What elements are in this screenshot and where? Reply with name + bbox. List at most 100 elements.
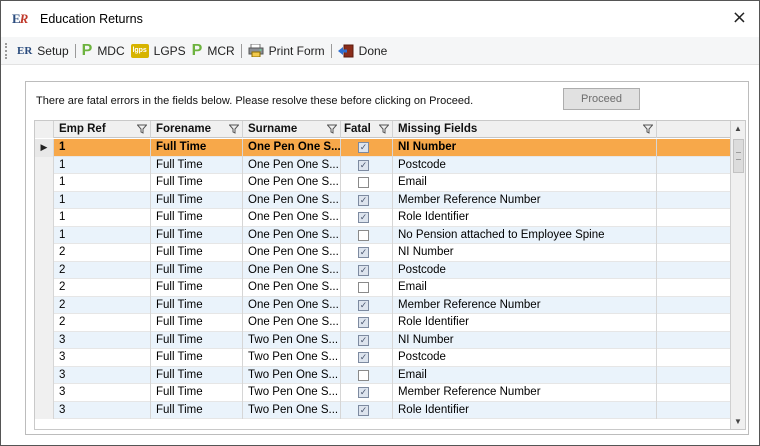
done-button[interactable]: Done — [337, 44, 387, 58]
table-row[interactable]: 2 Full Time One Pen One S... Email — [35, 279, 730, 297]
cell-forename[interactable]: Full Time — [151, 261, 243, 279]
funnel-icon[interactable] — [137, 124, 147, 134]
row-selector[interactable] — [35, 331, 54, 349]
cell-missing-field[interactable]: Role Identifier — [393, 401, 657, 419]
cell-forename[interactable]: Full Time — [151, 139, 243, 157]
table-row[interactable]: 3 Full Time Two Pen One S... ✓ Member Refere… — [35, 384, 730, 402]
row-selector[interactable] — [35, 191, 54, 209]
cell-surname[interactable]: One Pen One S... — [243, 279, 341, 297]
cell-missing-field[interactable]: Member Reference Number — [393, 384, 657, 402]
cell-forename[interactable]: Full Time — [151, 244, 243, 262]
row-selector[interactable]: ▶ — [35, 139, 54, 157]
cell-surname[interactable]: One Pen One S... — [243, 191, 341, 209]
cell-missing-field[interactable]: Email — [393, 366, 657, 384]
table-row[interactable]: ▶ 1 Full Time One Pen One S... ✓ NI Number — [35, 139, 730, 157]
cell-missing-field[interactable]: No Pension attached to Employee Spine — [393, 226, 657, 244]
cell-emp-ref[interactable]: 2 — [54, 244, 151, 262]
row-selector[interactable] — [35, 366, 54, 384]
close-icon[interactable]: × — [732, 9, 747, 27]
fatal-checkbox[interactable]: ✓ — [358, 142, 369, 153]
cell-emp-ref[interactable]: 2 — [54, 261, 151, 279]
cell-forename[interactable]: Full Time — [151, 209, 243, 227]
setup-button[interactable]: ER Setup — [17, 44, 69, 58]
table-row[interactable]: 1 Full Time One Pen One S... ✓ Role Identifi… — [35, 209, 730, 227]
cell-forename[interactable]: Full Time — [151, 349, 243, 367]
row-selector[interactable] — [35, 174, 54, 192]
row-selector[interactable] — [35, 401, 54, 419]
cell-surname[interactable]: Two Pen One S... — [243, 401, 341, 419]
column-header-forename[interactable]: Forename — [151, 121, 243, 138]
scrollbar-thumb[interactable] — [733, 139, 744, 173]
fatal-checkbox[interactable]: ✓ — [358, 212, 369, 223]
table-row[interactable]: 3 Full Time Two Pen One S... ✓ Postcode — [35, 349, 730, 367]
cell-emp-ref[interactable]: 1 — [54, 139, 151, 157]
fatal-checkbox[interactable]: ✓ — [358, 334, 369, 346]
cell-forename[interactable]: Full Time — [151, 296, 243, 314]
cell-surname[interactable]: Two Pen One S... — [243, 384, 341, 402]
table-row[interactable]: 2 Full Time One Pen One S... ✓ Postcode — [35, 261, 730, 279]
mcr-button[interactable]: P MCR — [192, 42, 235, 60]
cell-forename[interactable]: Full Time — [151, 226, 243, 244]
column-header-fatal[interactable]: Fatal — [341, 121, 393, 138]
fatal-checkbox[interactable] — [358, 177, 369, 188]
row-selector[interactable] — [35, 279, 54, 297]
cell-emp-ref[interactable]: 2 — [54, 296, 151, 314]
funnel-icon[interactable] — [643, 124, 653, 134]
scroll-down-icon[interactable]: ▼ — [734, 417, 742, 426]
cell-missing-field[interactable]: NI Number — [393, 244, 657, 262]
fatal-checkbox[interactable] — [358, 369, 369, 381]
cell-emp-ref[interactable]: 2 — [54, 314, 151, 332]
cell-surname[interactable]: One Pen One S... — [243, 314, 341, 332]
cell-forename[interactable]: Full Time — [151, 279, 243, 297]
row-selector[interactable] — [35, 156, 54, 174]
cell-emp-ref[interactable]: 1 — [54, 156, 151, 174]
vertical-scrollbar[interactable]: ▲ ▼ — [730, 121, 745, 429]
table-row[interactable]: 1 Full Time One Pen One S... No Pension att… — [35, 226, 730, 244]
mdc-button[interactable]: P MDC — [82, 42, 125, 60]
cell-emp-ref[interactable]: 2 — [54, 279, 151, 297]
fatal-checkbox[interactable]: ✓ — [358, 194, 369, 206]
cell-surname[interactable]: One Pen One S... — [243, 156, 341, 174]
cell-missing-field[interactable]: Email — [393, 174, 657, 192]
row-selector[interactable] — [35, 209, 54, 227]
cell-surname[interactable]: One Pen One S... — [243, 296, 341, 314]
row-selector[interactable] — [35, 349, 54, 367]
fatal-checkbox[interactable]: ✓ — [358, 159, 369, 171]
print-form-button[interactable]: Print Form — [248, 43, 325, 58]
cell-surname[interactable]: One Pen One S... — [243, 209, 341, 227]
cell-forename[interactable]: Full Time — [151, 366, 243, 384]
proceed-button[interactable]: Proceed — [563, 88, 640, 110]
table-row[interactable]: 3 Full Time Two Pen One S... ✓ Role Identifi… — [35, 401, 730, 419]
cell-missing-field[interactable]: Email — [393, 279, 657, 297]
table-row[interactable]: 3 Full Time Two Pen One S... ✓ NI Number — [35, 331, 730, 349]
cell-emp-ref[interactable]: 1 — [54, 174, 151, 192]
fatal-checkbox[interactable]: ✓ — [358, 247, 369, 258]
fatal-checkbox[interactable]: ✓ — [358, 317, 369, 328]
cell-forename[interactable]: Full Time — [151, 314, 243, 332]
funnel-icon[interactable] — [379, 124, 389, 134]
fatal-checkbox[interactable] — [358, 282, 369, 293]
column-header-emp-ref[interactable]: Emp Ref — [54, 121, 151, 138]
column-header-missing-fields[interactable]: Missing Fields — [393, 121, 657, 138]
fatal-checkbox[interactable]: ✓ — [358, 352, 369, 363]
cell-missing-field[interactable]: NI Number — [393, 139, 657, 157]
cell-forename[interactable]: Full Time — [151, 384, 243, 402]
funnel-icon[interactable] — [327, 124, 337, 134]
row-selector[interactable] — [35, 261, 54, 279]
cell-surname[interactable]: One Pen One S... — [243, 139, 341, 157]
lgps-button[interactable]: lgps LGPS — [130, 43, 186, 58]
cell-forename[interactable]: Full Time — [151, 156, 243, 174]
table-row[interactable]: 1 Full Time One Pen One S... Email — [35, 174, 730, 192]
table-row[interactable]: 2 Full Time One Pen One S... ✓ Member Refere… — [35, 296, 730, 314]
cell-surname[interactable]: Two Pen One S... — [243, 349, 341, 367]
cell-forename[interactable]: Full Time — [151, 331, 243, 349]
cell-emp-ref[interactable]: 3 — [54, 401, 151, 419]
fatal-checkbox[interactable]: ✓ — [358, 264, 369, 276]
fatal-checkbox[interactable] — [358, 229, 369, 241]
scroll-up-icon[interactable]: ▲ — [734, 124, 742, 133]
column-header-surname[interactable]: Surname — [243, 121, 341, 138]
cell-missing-field[interactable]: Role Identifier — [393, 209, 657, 227]
cell-surname[interactable]: Two Pen One S... — [243, 366, 341, 384]
cell-emp-ref[interactable]: 1 — [54, 226, 151, 244]
fatal-checkbox[interactable]: ✓ — [358, 404, 369, 416]
